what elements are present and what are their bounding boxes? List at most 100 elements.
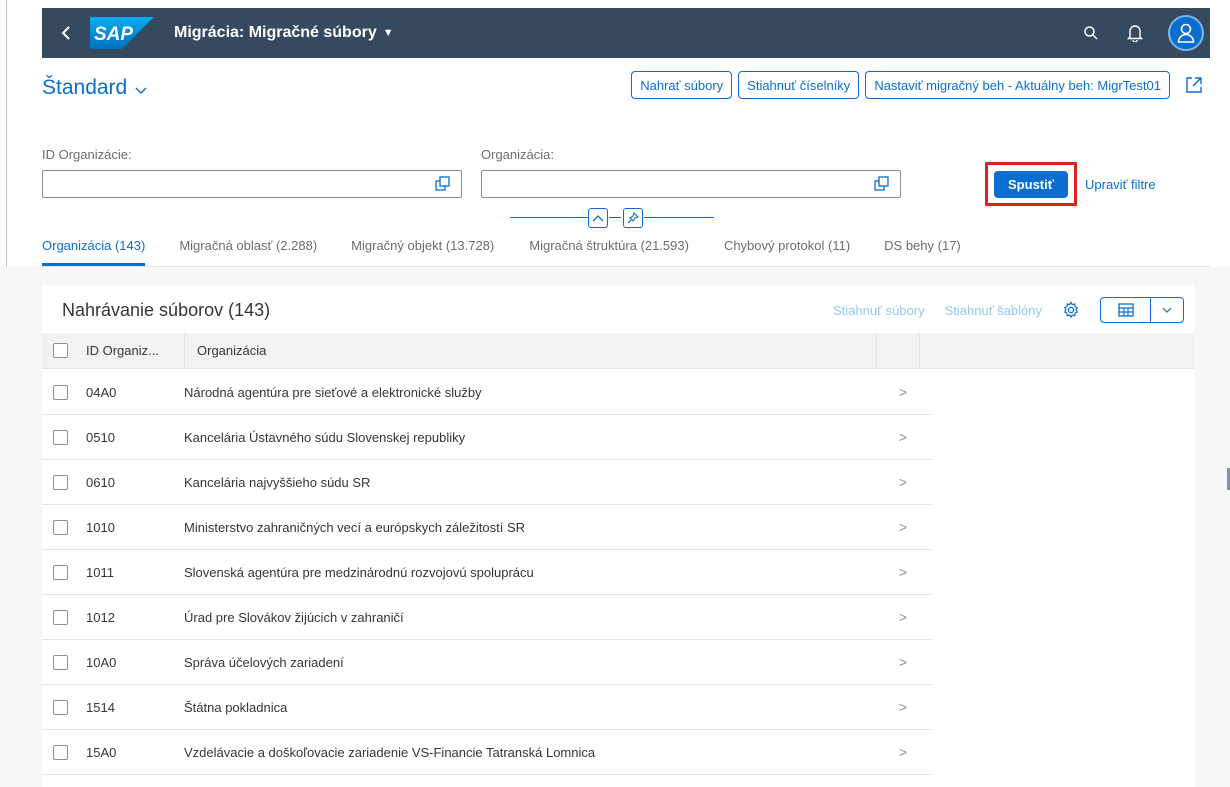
table-row[interactable]: 0610 Kancelária najvyššieho súdu SR > xyxy=(42,460,932,505)
set-migration-run-button[interactable]: Nastaviť migračný beh - Aktuálny beh: Mi… xyxy=(865,71,1170,99)
app-title: Migrácia: Migračné súbory xyxy=(174,24,377,41)
export-spreadsheet-button[interactable] xyxy=(1101,298,1151,322)
pin-header-button[interactable] xyxy=(623,208,643,228)
select-all-checkbox[interactable] xyxy=(53,343,68,358)
download-templates-button[interactable]: Stiahnuť šablóny xyxy=(945,303,1042,318)
row-checkbox[interactable] xyxy=(53,474,68,490)
table-row[interactable]: 04A0 Národná agentúra pre sieťové a elekt… xyxy=(42,370,932,415)
back-button[interactable] xyxy=(48,8,84,58)
cell-org-id: 04A0 xyxy=(86,384,117,400)
export-menu-button[interactable] xyxy=(1151,298,1183,322)
sap-logo[interactable]: SAP xyxy=(90,17,154,49)
row-checkbox[interactable] xyxy=(53,519,68,535)
tab-migration-object[interactable]: Migračný objekt (13.728) xyxy=(351,236,494,266)
chevron-up-icon xyxy=(592,215,604,222)
cell-organization: Správa účelových zariadení xyxy=(184,654,344,670)
org-id-input[interactable] xyxy=(42,170,462,198)
download-files-button[interactable]: Stiahnuť súbory xyxy=(833,303,925,318)
go-button[interactable]: Spustiť xyxy=(994,171,1068,198)
row-checkbox[interactable] xyxy=(53,609,68,625)
table-row[interactable]: 1012 Úrad pre Slovákov žijúcich v zahrani… xyxy=(42,595,932,640)
spreadsheet-icon xyxy=(1117,303,1134,317)
row-checkbox[interactable] xyxy=(53,429,68,445)
cell-org-id: 1010 xyxy=(86,519,115,535)
tab-migration-structure[interactable]: Migračná štruktúra (21.593) xyxy=(529,236,689,266)
table-body: 04A0 Národná agentúra pre sieťové a elekt… xyxy=(42,370,932,775)
tab-error-log[interactable]: Chybový protokol (11) xyxy=(724,236,850,266)
org-id-label: ID Organizácie: xyxy=(42,147,132,162)
header-actions: Nahrať súbory Stiahnuť číselníky Nastavi… xyxy=(631,71,1170,99)
share-icon[interactable] xyxy=(1184,75,1204,95)
variant-selector[interactable]: Štandard xyxy=(42,76,147,100)
caret-down-icon: ▼ xyxy=(382,27,394,39)
gear-icon[interactable] xyxy=(1062,301,1080,319)
table-row[interactable]: 1011 Slovenská agentúra pre medzinárodnú … xyxy=(42,550,932,595)
cell-org-id: 1514 xyxy=(86,699,115,715)
cell-organization: Vzdelávacie a doškoľovacie zariadenie VS… xyxy=(184,744,596,760)
cell-org-id: 1011 xyxy=(86,564,114,580)
cell-org-id: 15A0 xyxy=(86,744,117,760)
value-help-icon[interactable] xyxy=(874,176,890,192)
table-header: ID Organiz... Organizácia xyxy=(42,332,1194,369)
table-title: Nahrávanie súborov (143) xyxy=(62,300,271,320)
user-icon xyxy=(1177,23,1195,43)
adapt-filters-link[interactable]: Upraviť filtre xyxy=(1085,177,1156,192)
org-label: Organizácia: xyxy=(481,147,554,162)
table-row[interactable]: 1010 Ministerstvo zahraničných vecí a eur… xyxy=(42,505,932,550)
chevron-right-icon[interactable]: > xyxy=(888,429,918,445)
user-avatar[interactable] xyxy=(1168,15,1204,51)
column-header-label: Organizácia xyxy=(197,343,267,358)
row-checkbox[interactable] xyxy=(53,744,68,760)
org-input[interactable] xyxy=(481,170,901,198)
download-codelists-button[interactable]: Stiahnuť číselníky xyxy=(738,71,860,99)
row-checkbox[interactable] xyxy=(53,384,68,400)
chevron-down-icon xyxy=(135,82,147,98)
chevron-right-icon[interactable]: > xyxy=(888,609,918,625)
chevron-right-icon[interactable]: > xyxy=(888,564,918,580)
row-checkbox[interactable] xyxy=(53,654,68,670)
chevron-down-icon xyxy=(1162,307,1172,313)
variant-name: Štandard xyxy=(42,76,128,99)
cell-organization: Národná agentúra pre sieťové a elektroni… xyxy=(184,384,482,400)
value-help-icon[interactable] xyxy=(435,176,451,192)
cell-organization: Úrad pre Slovákov žijúcich v zahraničí xyxy=(184,609,404,625)
chevron-right-icon[interactable]: > xyxy=(888,654,918,670)
collapse-header-button[interactable] xyxy=(588,208,608,228)
search-icon[interactable] xyxy=(1080,22,1102,44)
svg-text:SAP: SAP xyxy=(94,24,133,45)
chevron-right-icon[interactable]: > xyxy=(888,699,918,715)
table-toolbar: Stiahnuť súbory Stiahnuť šablóny xyxy=(833,297,1184,323)
chevron-right-icon[interactable]: > xyxy=(888,744,918,760)
app-title-menu[interactable]: Migrácia: Migračné súbory ▼ xyxy=(174,24,394,42)
bell-icon[interactable] xyxy=(1124,22,1146,44)
cell-org-id: 0610 xyxy=(86,474,115,490)
row-checkbox[interactable] xyxy=(53,699,68,715)
tab-ds-runs[interactable]: DS behy (17) xyxy=(884,236,961,266)
header-divider-left xyxy=(510,217,588,218)
table-row[interactable]: 10A0 Správa účelových zariadení > xyxy=(42,640,932,685)
cell-organization: Kancelária najvyššieho súdu SR xyxy=(184,474,371,490)
cell-organization: Štátna pokladnica xyxy=(184,699,288,715)
table-row[interactable]: 0510 Kancelária Ústavného súdu Slovenskej… xyxy=(42,415,932,460)
cell-organization: Ministerstvo zahraničných vecí a európsk… xyxy=(184,519,526,535)
table-row[interactable]: 1514 Štátna pokladnica > xyxy=(42,685,932,730)
cell-organization: Kancelária Ústavného súdu Slovenskej rep… xyxy=(184,429,466,445)
table-row[interactable]: 15A0 Vzdelávacie a doškoľovacie zariadeni… xyxy=(42,730,932,775)
chevron-right-icon[interactable]: > xyxy=(888,474,918,490)
column-header-organization[interactable]: Organizácia xyxy=(184,332,876,369)
header-divider-right xyxy=(644,217,714,218)
shell-bar: SAP Migrácia: Migračné súbory ▼ xyxy=(42,8,1210,58)
column-header-org-id[interactable]: ID Organiz... xyxy=(68,343,184,358)
export-split-button xyxy=(1100,297,1184,323)
chevron-right-icon[interactable]: > xyxy=(888,384,918,400)
upload-files-button[interactable]: Nahrať súbory xyxy=(631,71,733,99)
tab-organization[interactable]: Organizácia (143) xyxy=(42,236,146,266)
cell-org-id: 10A0 xyxy=(86,654,117,670)
cell-org-id: 1012 xyxy=(86,609,115,625)
tab-bar: Organizácia (143) Migračná oblasť (2.288… xyxy=(42,236,961,266)
chevron-right-icon[interactable]: > xyxy=(888,519,918,535)
column-header-nav xyxy=(876,332,920,369)
tab-migration-area[interactable]: Migračná oblasť (2.288) xyxy=(179,236,317,266)
header-divider-mid xyxy=(609,217,621,218)
row-checkbox[interactable] xyxy=(53,564,68,580)
